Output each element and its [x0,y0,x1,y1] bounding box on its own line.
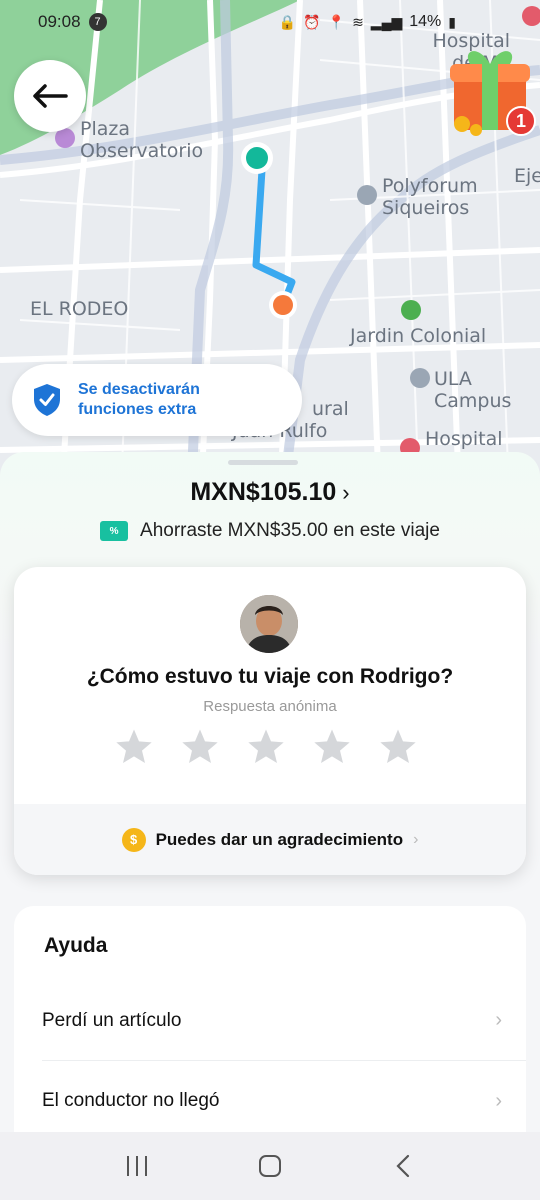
battery-percent: 14% [409,13,442,30]
system-nav-bar [0,1132,540,1200]
savings-row: % Ahorraste MXN$35.00 en este viaje [0,520,540,542]
help-item-label: El conductor no llegó [42,1090,220,1111]
star-rating[interactable] [114,727,418,767]
shield-icon [34,384,60,416]
map-label-ula: ULA Campus [434,368,512,412]
coupon-icon: % [100,521,129,541]
map-label-eje: Eje [514,165,540,187]
star-1-icon[interactable] [114,727,154,767]
arrow-left-icon [33,84,68,108]
status-bar: 09:08 7 🔒 ⏰ 📍 ≋ ▂▄▆ 14% ▮ [0,0,540,44]
notification-count-badge: 7 [88,13,107,31]
map-label-el-rodeo: EL RODEO [30,298,129,320]
rating-subtitle: Respuesta anónima [203,698,337,715]
rating-question: ¿Cómo estuvo tu viaje con Rodrigo? [86,665,454,688]
star-2-icon[interactable] [180,727,220,767]
back-nav-button[interactable] [378,1141,428,1191]
recent-apps-button[interactable] [112,1141,162,1191]
gift-badge: 1 [506,106,536,136]
tip-thanks-label: Puedes dar un agradecimiento [155,829,404,849]
back-button[interactable] [14,60,86,132]
driver-photo [240,595,298,653]
help-item-lost-item[interactable]: Perdí un artículo › [42,981,526,1061]
help-item-driver-no-show[interactable]: El conductor no llegó › [42,1061,526,1141]
battery-icon: ▮ [448,13,456,30]
driver-avatar [240,595,298,653]
star-3-icon[interactable] [246,727,286,767]
chevron-right-icon: › [495,1009,502,1031]
map-label-plaza: Plaza Observatorio [80,118,204,162]
help-card: Ayuda Perdí un artículo › El conductor n… [14,906,526,1136]
alarm-icon: ⏰ [303,13,321,30]
sheet-drag-handle[interactable] [228,460,298,465]
trip-price[interactable]: MXN$105.10 › [0,478,540,507]
wifi-icon: ≋ [352,13,364,30]
help-title: Ayuda [44,934,108,957]
trip-price-value: MXN$105.10 [190,478,337,506]
coin-icon: $ [121,827,146,852]
help-item-label: Perdí un artículo [42,1009,182,1031]
home-button[interactable] [245,1141,295,1191]
tip-thanks-button[interactable]: $ Puedes dar un agradecimiento › [14,804,526,875]
back-chevron-icon [396,1154,410,1178]
star-5-icon[interactable] [378,727,418,767]
signal-icon: ▂▄▆ [370,13,403,30]
recents-icon [126,1156,147,1176]
map-label-jardin: Jardin Colonial [350,325,487,347]
safety-banner[interactable]: Se desactivarán funciones extra [12,364,302,436]
home-icon [258,1155,281,1177]
status-icons: 🔒 ⏰ 📍 ≋ ▂▄▆ 14% ▮ [279,13,456,31]
safety-banner-text: Se desactivarán funciones extra [78,381,200,418]
chevron-right-icon: › [413,830,419,848]
savings-text: Ahorraste MXN$35.00 en este viaje [140,520,440,541]
chevron-right-icon: › [495,1089,502,1112]
map-label-polyforum: Polyforum Siqueiros [382,175,478,219]
location-icon: 📍 [327,13,346,30]
chevron-right-icon: › [342,480,350,505]
map-label-cultural: ural [312,398,349,420]
status-time: 09:08 [38,12,81,31]
rating-card: ¿Cómo estuvo tu viaje con Rodrigo? Respu… [14,567,526,875]
lock-icon: 🔒 [278,13,297,30]
star-4-icon[interactable] [312,727,352,767]
